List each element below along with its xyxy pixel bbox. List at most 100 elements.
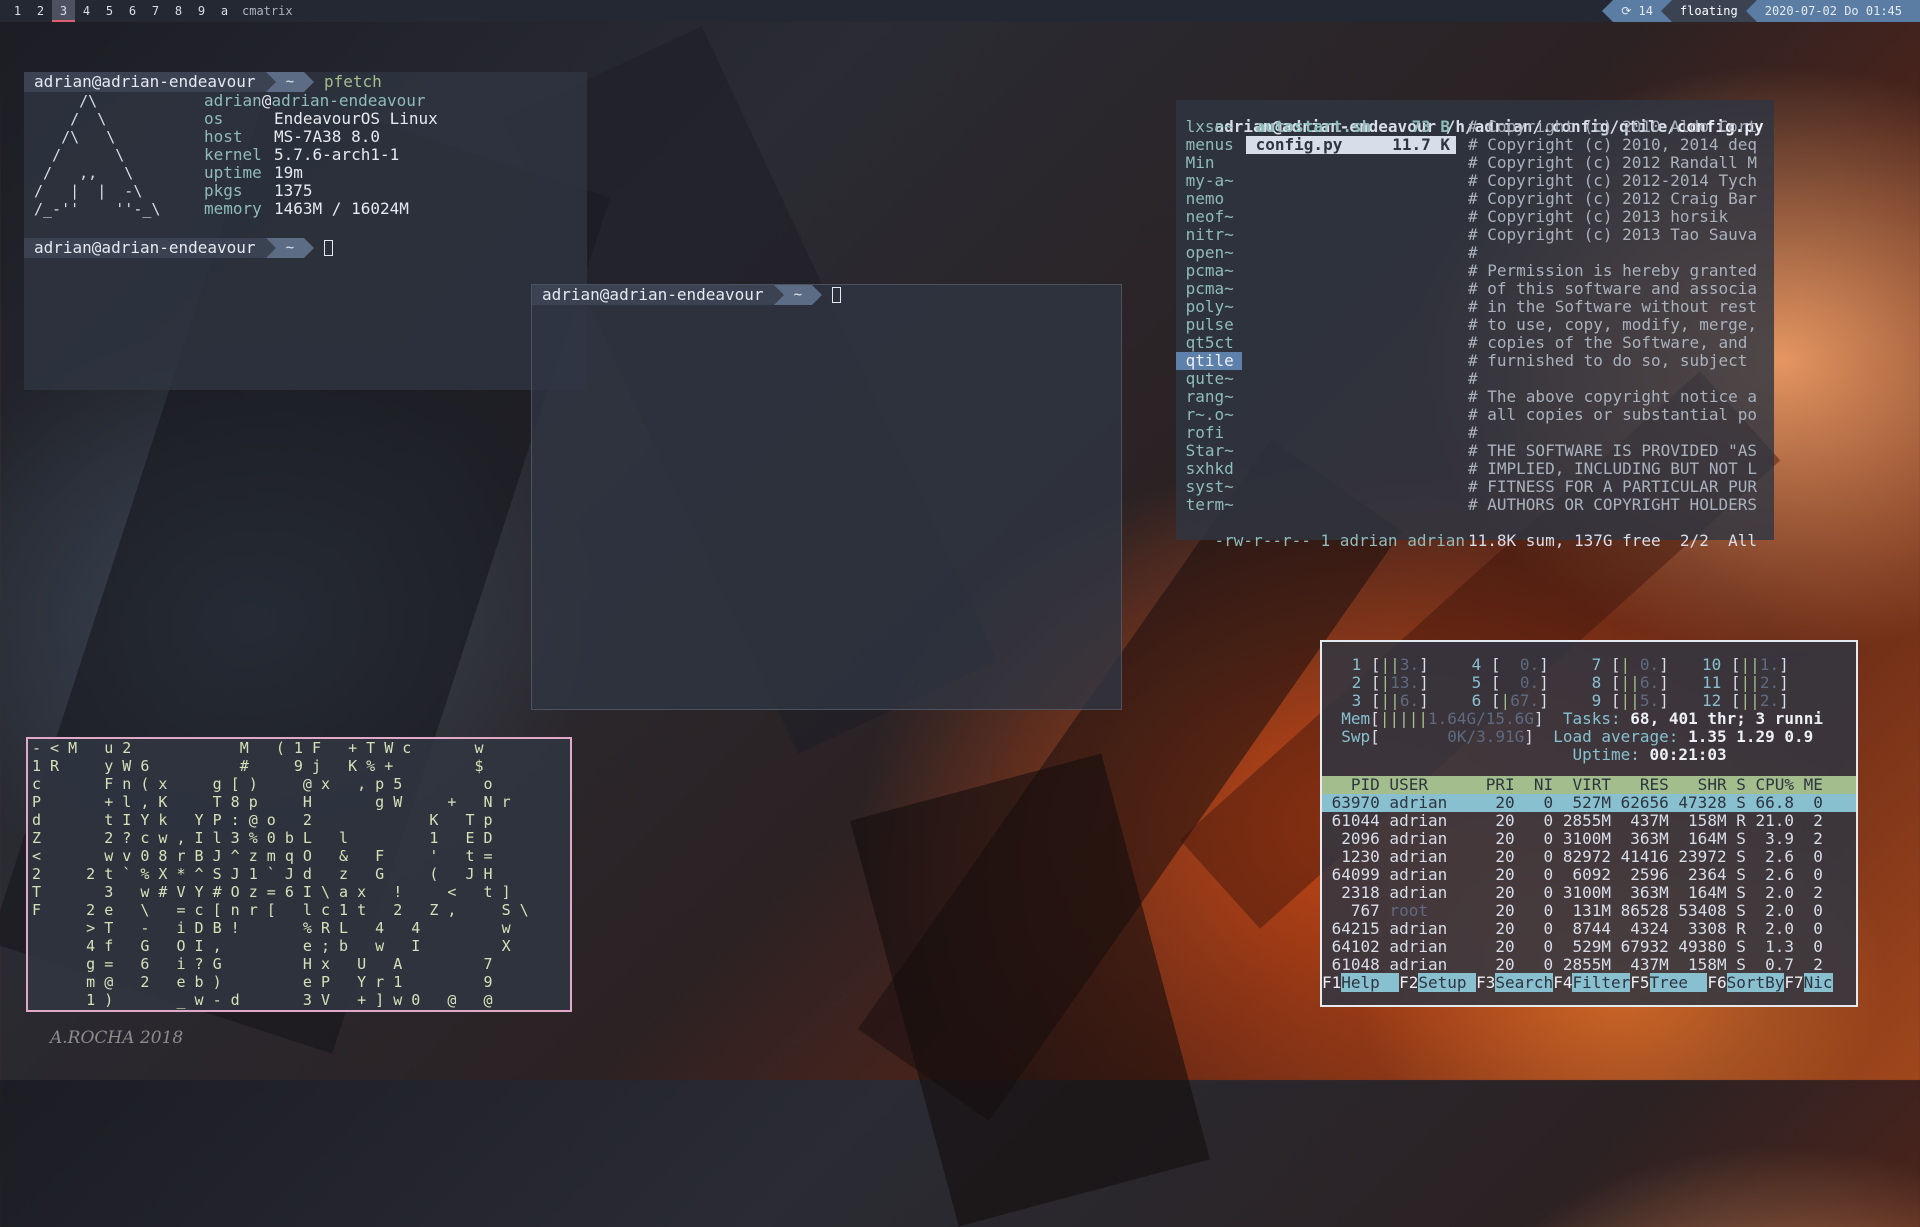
workspace-3[interactable]: 3 [52,0,75,22]
preview-line: # copies of the Software, and [1468,333,1748,352]
ranger-dir-item[interactable]: nemo [1176,190,1242,208]
ranger-dir-item[interactable]: r~.o~ [1176,406,1242,424]
pfetch-info-row: host MS-7A38 8.0 [204,128,438,146]
htop-process-row[interactable]: 1230 adrian 20 0 82972 41416 23972 S 2.6… [1322,848,1856,866]
htop-column-header[interactable]: PID USER PRI NI VIRT RES SHR S CPU% ME [1322,776,1856,794]
workspace-8[interactable]: 8 [167,0,190,22]
pfetch-value: 19m [274,163,303,182]
preview-line: # [1468,243,1478,262]
terminal-cmatrix[interactable]: - < M u 2 M ( 1 F + T W c w 1 R y W 6 # … [26,737,572,1012]
fkey-filter[interactable]: Filter [1572,973,1631,992]
htop-process-row[interactable]: 64215 adrian 20 0 8744 4324 3308 R 2.0 0 [1322,920,1856,938]
ranger-file-item[interactable]: config.py 11.7 K [1246,136,1456,154]
ranger-dir-item[interactable]: pcma~ [1176,280,1242,298]
fkey-label: F2 [1399,973,1419,992]
cpu-bar: ||2. [1741,691,1780,710]
htop-process-row[interactable]: 63970 adrian 20 0 527M 62656 47328 S 66.… [1322,794,1856,812]
fkey-search[interactable]: Search [1495,973,1554,992]
ranger-dir-item[interactable]: my-a~ [1176,172,1242,190]
cpu-bar-value: 3. [1399,655,1420,674]
pfetch-info-row: os EndeavourOS Linux [204,110,438,128]
ranger-dir-item[interactable]: open~ [1176,244,1242,262]
cpu-number: 3 [1342,691,1371,710]
ranger-dir-item[interactable]: qute~ [1176,370,1242,388]
workspace-6[interactable]: 6 [121,0,144,22]
workspace-a[interactable]: a [213,0,236,22]
fkey-tree[interactable]: Tree [1649,973,1708,992]
workspace-2[interactable]: 2 [29,0,52,22]
ranger-dir-item[interactable]: rang~ [1176,388,1242,406]
ranger-dir-item[interactable]: Star~ [1176,442,1242,460]
prompt: adrian@adrian-endeavour ~ [24,238,587,258]
ranger-dir-item[interactable]: rofi [1176,424,1242,442]
htop-process-row[interactable]: 767 root 20 0 131M 86528 53408 S 2.0 0 [1322,902,1856,920]
cpu-bracket: ] [1779,673,1789,692]
ranger-dir-item[interactable]: nitr~ [1176,226,1242,244]
htop-process-row[interactable]: 61048 adrian 20 0 2855M 437M 158M S 0.7 … [1322,956,1856,974]
cpu-bar: ||6. [1621,673,1660,692]
fkey-setup[interactable]: Setup [1418,973,1477,992]
workspace-9[interactable]: 9 [190,0,213,22]
pfetch-info-row: uptime 19m [204,164,438,182]
prompt-dir: ~ [783,285,812,305]
htop-cpu-row: 1 [||3.] 4 [ 0.] 7 [| 0.] 10 [||1.] [1322,656,1856,674]
ranger-dir-item[interactable]: Min [1176,154,1242,172]
cpu-bar: ||3. [1381,655,1420,674]
ranger-dir-item[interactable]: menus [1176,136,1242,154]
cpu-bracket: ] [1539,673,1549,692]
fkey-nic[interactable]: Nic [1803,973,1833,992]
fkey-help[interactable]: Help [1341,973,1400,992]
cpu-bracket: [ [1610,655,1621,674]
terminal-empty[interactable]: adrian@adrian-endeavour ~ [531,284,1122,710]
ranger-file-item[interactable]: autostart.sh 73 B [1246,118,1456,136]
preview-line: # FITNESS FOR A PARTICULAR PUR [1468,477,1757,496]
workspace-5[interactable]: 5 [98,0,121,22]
preview-line: # [1468,423,1478,442]
ranger-file-name: autostart.sh [1246,118,1372,136]
terminal-pfetch[interactable]: adrian@adrian-endeavour ~ pfetch /\ / \ … [24,72,587,390]
ranger-dir-item[interactable]: lxse~ [1176,118,1242,136]
ranger-dir-item[interactable]: pcma~ [1176,262,1242,280]
terminal-htop[interactable]: 1 [||3.] 4 [ 0.] 7 [| 0.] 10 [||1.] 2 [|1… [1320,640,1858,1007]
preview-line: # Copyright (c) 2013 Tao Sauva [1468,225,1757,244]
workspace-1[interactable]: 1 [6,0,29,22]
ranger-dir-item[interactable]: poly~ [1176,298,1242,316]
prompt-dir: ~ [275,238,304,258]
ranger-dir-item[interactable]: qt5ct [1176,334,1242,352]
ranger-dir-item[interactable]: qtile [1176,352,1242,370]
ranger-dir-item[interactable]: pulse [1176,316,1242,334]
ranger-dir-item[interactable]: term~ [1176,496,1242,514]
preview-line: # Permission is hereby granted [1468,261,1757,280]
cpu-bracket: ] [1539,691,1549,710]
systray-icon[interactable] [1910,0,1920,22]
htop-process-row[interactable]: 2318 adrian 20 0 3100M 363M 164M S 2.0 2 [1322,884,1856,902]
htop-function-bar: F1Help F2Setup F3SearchF4FilterF5Tree F6… [1322,973,1856,992]
updates-widget[interactable]: ⟳ 14 [1613,0,1661,22]
fkey-sortby[interactable]: SortBy [1726,973,1785,992]
workspace-7[interactable]: 7 [144,0,167,22]
htop-uptime: Uptime: 00:21:03 [1572,745,1727,764]
htop-process-row[interactable]: 2096 adrian 20 0 3100M 363M 164M S 3.9 2 [1322,830,1856,848]
ranger-dir-item[interactable]: syst~ [1176,478,1242,496]
htop-cpu-meter: 1 [||3.] [1342,656,1429,674]
htop-process-row[interactable]: 64099 adrian 20 0 6092 2596 2364 S 2.6 0 [1322,866,1856,884]
cpu-bracket: [ [1490,673,1501,692]
cpu-bracket: ] [1539,655,1549,674]
layout-indicator[interactable]: floating [1671,0,1746,22]
cpu-bar-value: 6. [1639,673,1660,692]
htop-process-row[interactable]: 64102 adrian 20 0 529M 67932 49380 S 1.3… [1322,938,1856,956]
htop-cpu-meter: 2 [|13.] [1342,674,1429,692]
workspace-4[interactable]: 4 [75,0,98,22]
htop-cpu-meter: 7 [| 0.] [1582,656,1669,674]
preview-line: # of this software and associa [1468,279,1757,298]
cpu-bar-value: 5. [1639,691,1660,710]
htop-process-row[interactable]: 61044 adrian 20 0 2855M 437M 158M R 21.0… [1322,812,1856,830]
ranger-file-column: autostart.sh 73 B config.py 11.7 K [1246,118,1456,154]
prompt-arrow-icon [304,238,314,258]
ranger-dir-item[interactable]: sxhkd [1176,460,1242,478]
ranger-dir-item[interactable]: neof~ [1176,208,1242,226]
ranger-file-manager[interactable]: adrian@adrian-endeavour /h/adrian/.confi… [1176,100,1774,550]
pfetch-info-row: kernel 5.7.6-arch1-1 [204,146,438,164]
preview-line: # Copyright (c) 2012 Randall M [1468,153,1757,172]
preview-line: # to use, copy, modify, merge, [1468,315,1757,334]
